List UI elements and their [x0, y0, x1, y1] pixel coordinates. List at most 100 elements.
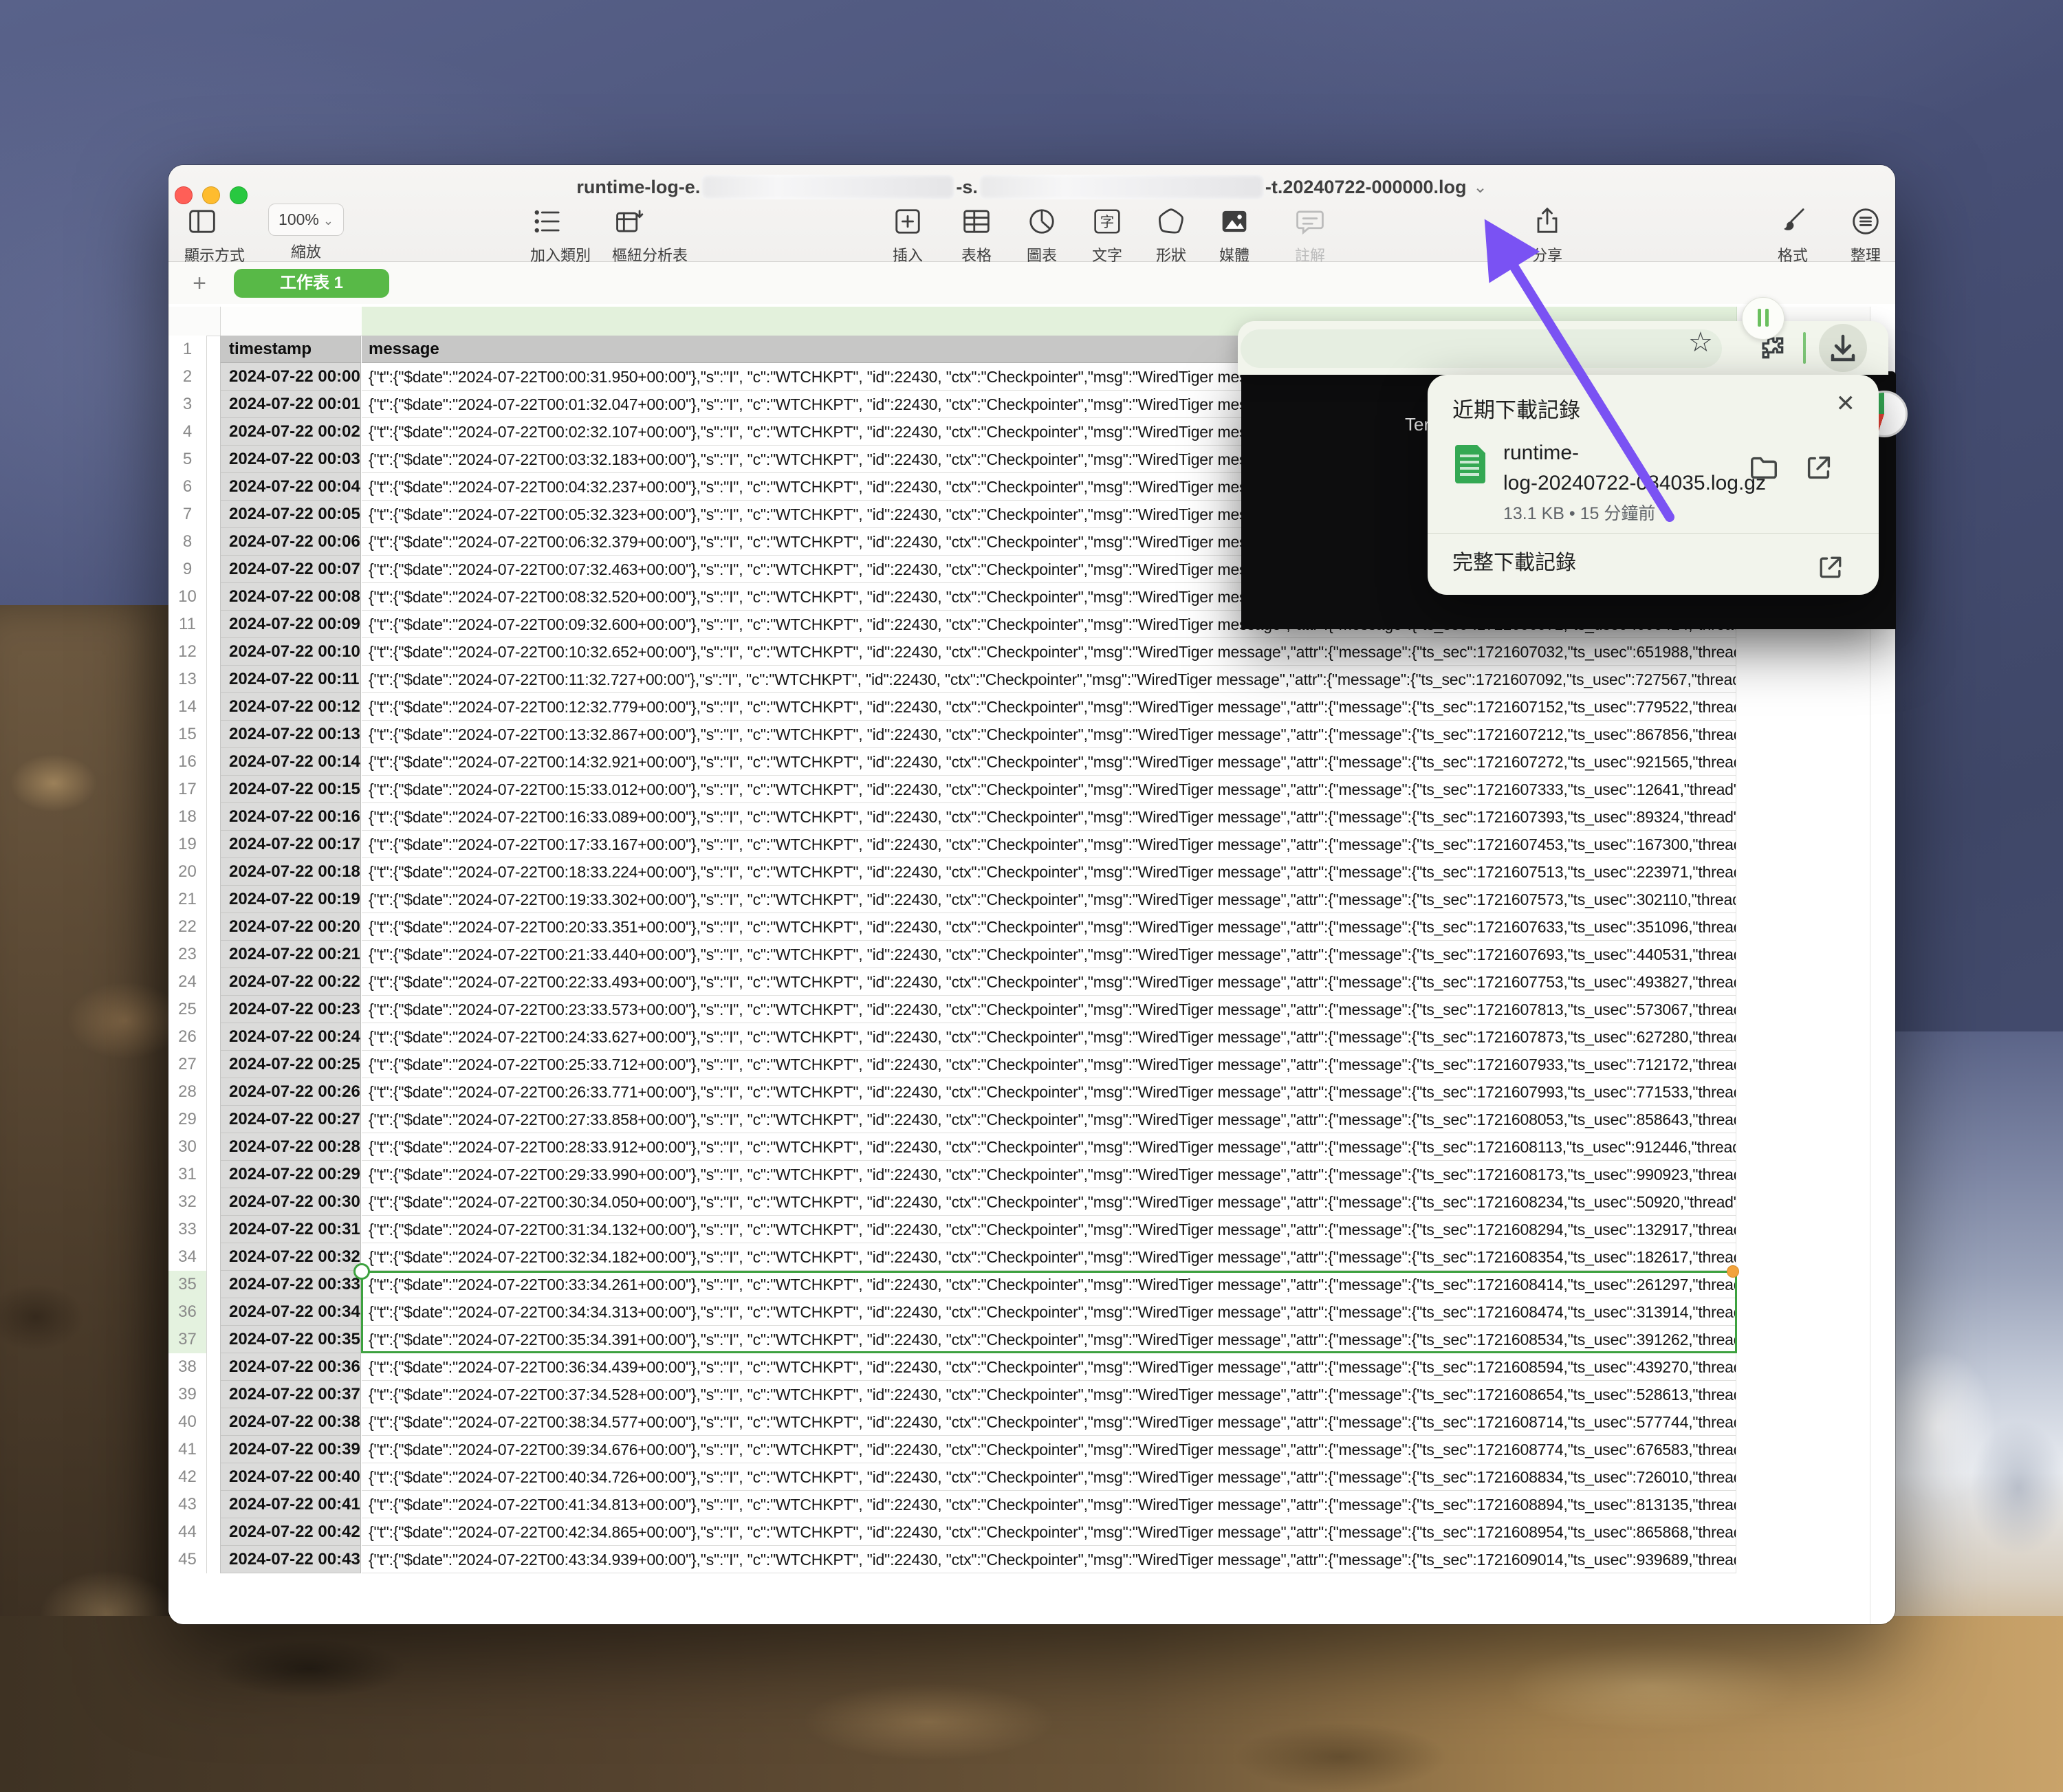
message-cell[interactable]: {"t":{"$date":"2024-07-22T00:40:34.726+0… [362, 1463, 1736, 1491]
row-number[interactable]: 13 [168, 666, 207, 693]
message-cell[interactable]: {"t":{"$date":"2024-07-22T00:34:34.313+0… [362, 1298, 1736, 1326]
row-number[interactable]: 6 [168, 473, 207, 501]
toolbar-button-categories[interactable]: 加入類別 [530, 204, 591, 265]
row-number[interactable]: 3 [168, 391, 207, 418]
tab-pause-indicator[interactable] [1742, 297, 1784, 340]
message-cell[interactable]: {"t":{"$date":"2024-07-22T00:41:34.813+0… [362, 1491, 1736, 1518]
row-number[interactable]: 23 [168, 941, 207, 968]
row-number[interactable]: 16 [168, 748, 207, 776]
timestamp-cell[interactable]: 2024-07-22 00:34:34 [220, 1298, 361, 1326]
timestamp-cell[interactable]: 2024-07-22 00:38:34 [220, 1408, 361, 1436]
timestamp-cell[interactable]: 2024-07-22 00:27:33 [220, 1106, 361, 1133]
message-cell[interactable]: {"t":{"$date":"2024-07-22T00:24:33.627+0… [362, 1023, 1736, 1051]
row-number[interactable]: 1 [168, 336, 207, 363]
timestamp-cell[interactable]: 2024-07-22 00:13:32 [220, 721, 361, 748]
sheet-tab[interactable]: 工作表 1 [234, 269, 389, 298]
row-number[interactable]: 11 [168, 611, 207, 638]
address-bar[interactable] [1241, 329, 1722, 368]
show-in-folder-icon[interactable] [1748, 452, 1780, 483]
message-cell[interactable]: {"t":{"$date":"2024-07-22T00:16:33.089+0… [362, 803, 1736, 831]
header-cell-timestamp[interactable]: timestamp [220, 336, 361, 363]
timestamp-cell[interactable]: 2024-07-22 00:35:34 [220, 1326, 361, 1353]
timestamp-cell[interactable]: 2024-07-22 00:26:33 [220, 1078, 361, 1106]
row-number[interactable]: 12 [168, 638, 207, 666]
row-number[interactable]: 7 [168, 501, 207, 528]
timestamp-cell[interactable]: 2024-07-22 00:20:33 [220, 913, 361, 941]
row-number[interactable]: 27 [168, 1051, 207, 1078]
row-number[interactable]: 34 [168, 1243, 207, 1271]
row-number[interactable]: 8 [168, 528, 207, 556]
row-number[interactable]: 43 [168, 1491, 207, 1518]
timestamp-cell[interactable]: 2024-07-22 00:05:32 [220, 501, 361, 528]
message-cell[interactable]: {"t":{"$date":"2024-07-22T00:33:34.261+0… [362, 1271, 1736, 1298]
timestamp-cell[interactable]: 2024-07-22 00:12:32 [220, 693, 361, 721]
timestamp-cell[interactable]: 2024-07-22 00:33:34 [220, 1271, 361, 1298]
toolbar-button-chart[interactable]: 圖表 [1024, 204, 1060, 265]
message-cell[interactable]: {"t":{"$date":"2024-07-22T00:21:33.440+0… [362, 941, 1736, 968]
row-number[interactable]: 14 [168, 693, 207, 721]
timestamp-cell[interactable]: 2024-07-22 00:18:33 [220, 858, 361, 886]
toolbar-button-pivot[interactable]: 樞紐分析表 [612, 204, 688, 265]
title-chevron-icon[interactable]: ⌄ [1474, 177, 1487, 197]
row-number[interactable]: 30 [168, 1133, 207, 1161]
message-cell[interactable]: {"t":{"$date":"2024-07-22T00:23:33.573+0… [362, 996, 1736, 1023]
timestamp-cell[interactable]: 2024-07-22 00:07:32 [220, 556, 361, 583]
row-number[interactable]: 17 [168, 776, 207, 803]
row-number[interactable]: 33 [168, 1216, 207, 1243]
timestamp-cell[interactable]: 2024-07-22 00:11:32 [220, 666, 361, 693]
row-number[interactable]: 31 [168, 1161, 207, 1188]
toolbar-button-text[interactable]: 字文字 [1089, 204, 1125, 265]
message-cell[interactable]: {"t":{"$date":"2024-07-22T00:10:32.652+0… [362, 638, 1736, 666]
timestamp-cell[interactable]: 2024-07-22 00:36:34 [220, 1353, 361, 1381]
message-cell[interactable]: {"t":{"$date":"2024-07-22T00:19:33.302+0… [362, 886, 1736, 913]
timestamp-cell[interactable]: 2024-07-22 00:28:33 [220, 1133, 361, 1161]
message-cell[interactable]: {"t":{"$date":"2024-07-22T00:18:33.224+0… [362, 858, 1736, 886]
timestamp-cell[interactable]: 2024-07-22 00:19:33 [220, 886, 361, 913]
row-number[interactable]: 29 [168, 1106, 207, 1133]
row-number[interactable]: 28 [168, 1078, 207, 1106]
message-cell[interactable]: {"t":{"$date":"2024-07-22T00:12:32.779+0… [362, 693, 1736, 721]
message-cell[interactable]: {"t":{"$date":"2024-07-22T00:43:34.939+0… [362, 1546, 1736, 1573]
row-number[interactable]: 45 [168, 1546, 207, 1573]
selection-handle[interactable] [353, 1263, 370, 1280]
toolbar-button-share[interactable]: 分享 [1529, 204, 1565, 265]
row-number[interactable]: 40 [168, 1408, 207, 1436]
row-number[interactable]: 32 [168, 1188, 207, 1216]
message-cell[interactable]: {"t":{"$date":"2024-07-22T00:27:33.858+0… [362, 1106, 1736, 1133]
row-number[interactable]: 42 [168, 1463, 207, 1491]
timestamp-cell[interactable]: 2024-07-22 00:08:32 [220, 583, 361, 611]
row-number[interactable]: 39 [168, 1381, 207, 1408]
message-cell[interactable]: {"t":{"$date":"2024-07-22T00:25:33.712+0… [362, 1051, 1736, 1078]
row-number[interactable]: 9 [168, 556, 207, 583]
toolbar-button-insert[interactable]: 插入 [890, 204, 926, 265]
timestamp-cell[interactable]: 2024-07-22 00:17:33 [220, 831, 361, 858]
timestamp-cell[interactable]: 2024-07-22 00:25:33 [220, 1051, 361, 1078]
timestamp-cell[interactable]: 2024-07-22 00:31:34 [220, 1216, 361, 1243]
timestamp-cell[interactable]: 2024-07-22 00:30:34 [220, 1188, 361, 1216]
row-number[interactable]: 24 [168, 968, 207, 996]
row-number[interactable]: 20 [168, 858, 207, 886]
timestamp-cell[interactable]: 2024-07-22 00:43:34 [220, 1546, 361, 1573]
row-number[interactable]: 10 [168, 583, 207, 611]
zoom-value[interactable]: 100%⌄ [268, 204, 344, 236]
selection-fill-handle[interactable] [1727, 1265, 1739, 1278]
message-cell[interactable]: {"t":{"$date":"2024-07-22T00:15:33.012+0… [362, 776, 1736, 803]
row-number[interactable]: 18 [168, 803, 207, 831]
row-number[interactable]: 4 [168, 418, 207, 446]
message-cell[interactable]: {"t":{"$date":"2024-07-22T00:39:34.676+0… [362, 1436, 1736, 1463]
timestamp-cell[interactable]: 2024-07-22 00:42:34 [220, 1518, 361, 1546]
message-cell[interactable]: {"t":{"$date":"2024-07-22T00:13:32.867+0… [362, 721, 1736, 748]
message-cell[interactable]: {"t":{"$date":"2024-07-22T00:29:33.990+0… [362, 1161, 1736, 1188]
timestamp-cell[interactable]: 2024-07-22 00:37:34 [220, 1381, 361, 1408]
timestamp-cell[interactable]: 2024-07-22 00:00:31 [220, 363, 361, 391]
toolbar-button-view[interactable]: 顯示方式 [184, 204, 245, 265]
timestamp-cell[interactable]: 2024-07-22 00:22:33 [220, 968, 361, 996]
message-cell[interactable]: {"t":{"$date":"2024-07-22T00:14:32.921+0… [362, 748, 1736, 776]
toolbar-button-media[interactable]: 媒體 [1216, 204, 1252, 265]
timestamp-cell[interactable]: 2024-07-22 00:01:32 [220, 391, 361, 418]
timestamp-cell[interactable]: 2024-07-22 00:14:32 [220, 748, 361, 776]
row-number[interactable]: 37 [168, 1326, 207, 1353]
timestamp-cell[interactable]: 2024-07-22 00:23:33 [220, 996, 361, 1023]
row-number[interactable]: 41 [168, 1436, 207, 1463]
message-cell[interactable]: {"t":{"$date":"2024-07-22T00:26:33.771+0… [362, 1078, 1736, 1106]
